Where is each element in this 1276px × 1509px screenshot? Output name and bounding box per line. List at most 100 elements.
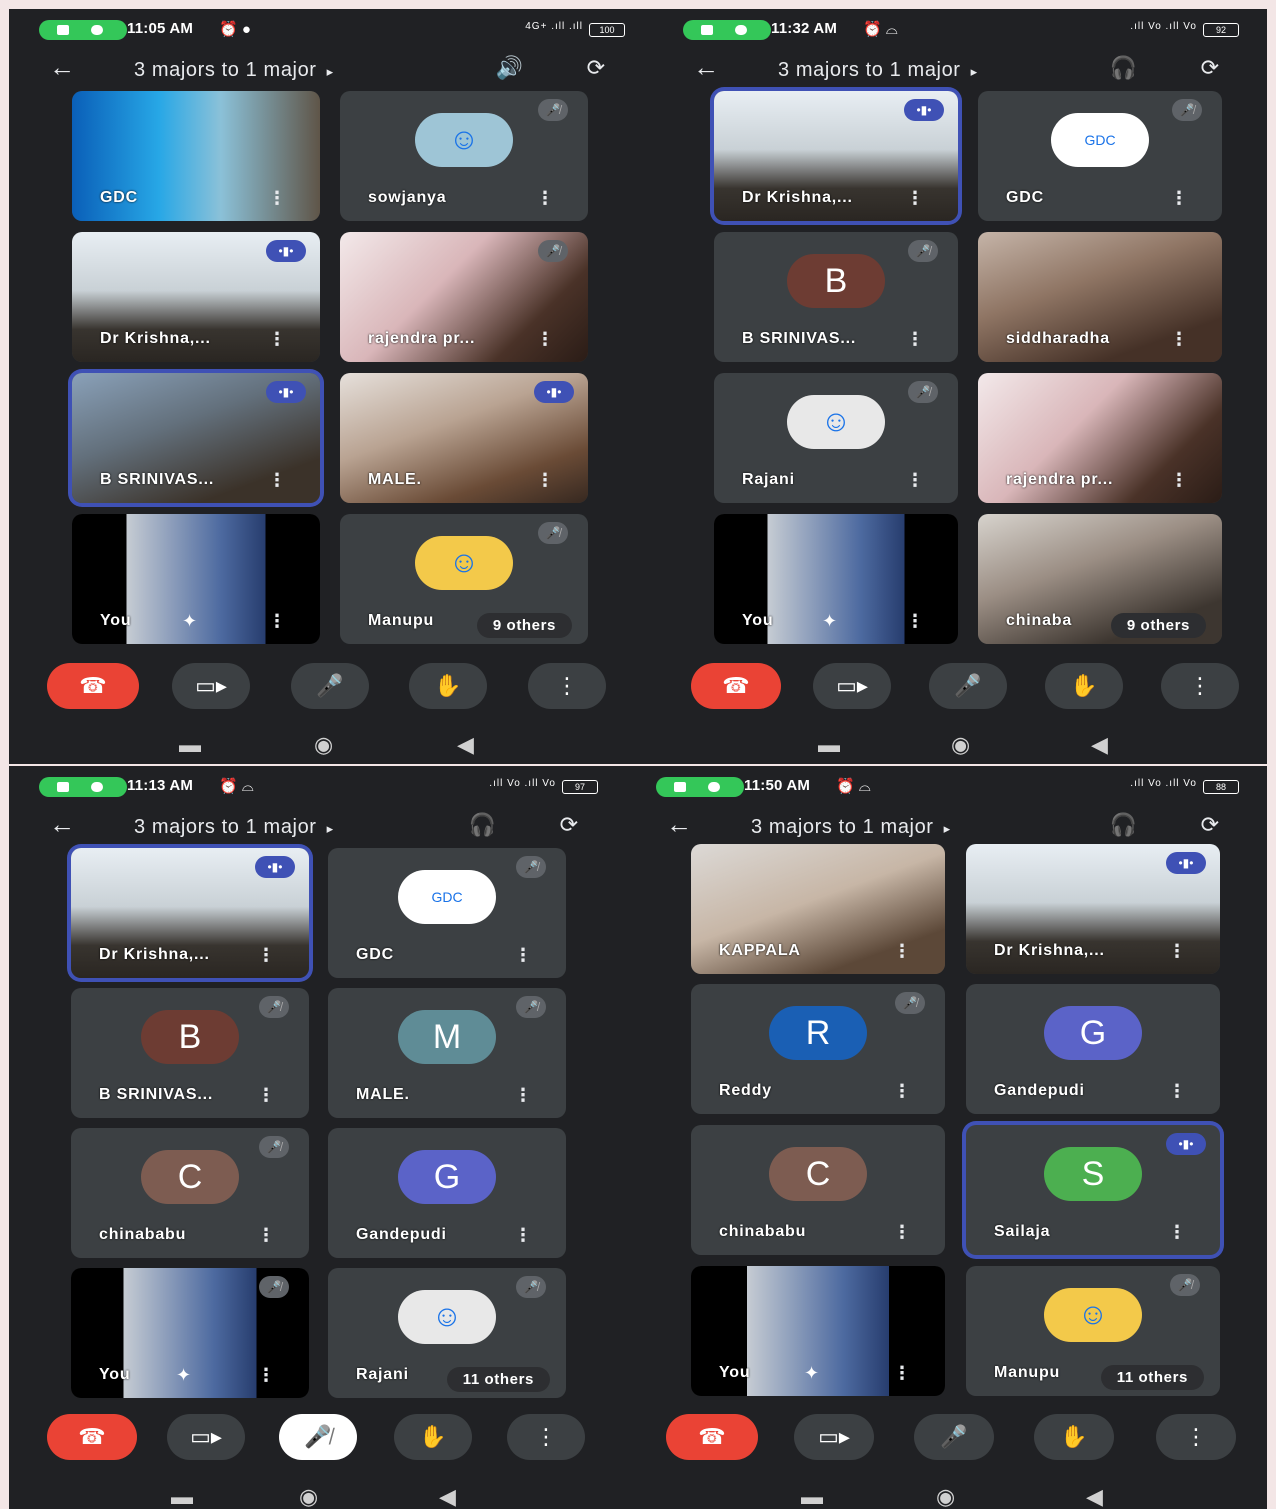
switch-camera-icon[interactable]: ⟳ [587,55,605,81]
participant-menu-icon[interactable]: ⋮ [1168,941,1186,962]
participant-tile[interactable]: ☺ 🎤̸ sowjanya ⋮ [340,91,588,221]
participant-menu-icon[interactable]: ⋮ [514,945,532,966]
raise-hand-button[interactable]: ✋ [1045,663,1123,709]
speaker-icon[interactable]: 🔊 [496,55,523,81]
back-arrow-icon[interactable]: ← [49,52,75,83]
nav-back-icon[interactable]: ◀ [1091,732,1108,758]
nav-recents-icon[interactable]: ▬ [818,732,840,758]
participant-tile[interactable]: •▮• Dr Krishna,... ⋮ [966,844,1220,974]
nav-recents-icon[interactable]: ▬ [171,1484,193,1509]
participant-menu-icon[interactable]: ⋮ [906,611,924,632]
nav-home-icon[interactable]: ◉ [314,732,333,758]
more-options-button[interactable]: ⋮ [507,1414,585,1460]
switch-camera-icon[interactable]: ⟳ [560,812,578,838]
mic-toggle-button[interactable]: 🎤̸ [279,1414,357,1460]
participant-tile[interactable]: R 🎤̸ Reddy ⋮ [691,984,945,1114]
meeting-title[interactable]: 3 majors to 1 major ▸ [778,59,1078,82]
participant-menu-icon[interactable]: ⋮ [906,188,924,209]
meeting-title[interactable]: 3 majors to 1 major ▸ [134,816,434,839]
participant-menu-icon[interactable]: ⋮ [906,329,924,350]
participant-tile[interactable]: 🎤̸ ✦ You ⋮ [71,1268,309,1398]
camera-toggle-button[interactable]: ▭▸ [172,663,250,709]
participant-tile[interactable]: ☺ 🎤̸ Rajani ⋮ [714,373,958,503]
switch-camera-icon[interactable]: ⟳ [1201,55,1219,81]
back-arrow-icon[interactable]: ← [49,809,75,840]
camera-toggle-button[interactable]: ▭▸ [167,1414,245,1460]
participant-menu-icon[interactable]: ⋮ [514,1225,532,1246]
effects-sparkle-icon[interactable]: ✦ [182,611,197,632]
participant-tile[interactable]: S •▮• Sailaja ⋮ [966,1125,1220,1255]
participant-menu-icon[interactable]: ⋮ [1170,470,1188,491]
others-count[interactable]: 11 others [1100,1365,1204,1390]
raise-hand-button[interactable]: ✋ [1034,1414,1114,1460]
participant-tile[interactable]: siddharadha ⋮ [978,232,1222,362]
participant-tile[interactable]: GDC ⋮ [72,91,320,221]
participant-tile[interactable]: •▮• Dr Krishna,... ⋮ [714,91,958,221]
switch-camera-icon[interactable]: ⟳ [1201,812,1219,838]
participant-tile[interactable]: 🎤̸ rajendra pr... ⋮ [340,232,588,362]
nav-home-icon[interactable]: ◉ [951,732,970,758]
others-count[interactable]: 9 others [476,613,572,638]
more-options-button[interactable]: ⋮ [528,663,606,709]
participant-menu-icon[interactable]: ⋮ [536,470,554,491]
participant-menu-icon[interactable]: ⋮ [257,1225,275,1246]
headphones-icon[interactable]: 🎧 [1110,812,1137,838]
meeting-title[interactable]: 3 majors to 1 major ▸ [751,816,1051,839]
back-arrow-icon[interactable]: ← [666,809,692,840]
participant-tile[interactable]: •▮• B SRINIVAS... ⋮ [72,373,320,503]
participant-tile[interactable]: B 🎤̸ B SRINIVAS... ⋮ [71,988,309,1118]
participant-tile[interactable]: ☺ 🎤̸ Rajani 11 others [328,1268,566,1398]
participant-tile[interactable]: chinaba 9 others [978,514,1222,644]
participant-tile[interactable]: ✦ You ⋮ [72,514,320,644]
participant-menu-icon[interactable]: ⋮ [536,329,554,350]
participant-menu-icon[interactable]: ⋮ [257,1085,275,1106]
participant-tile[interactable]: rajendra pr... ⋮ [978,373,1222,503]
participant-tile[interactable]: •▮• Dr Krishna,... ⋮ [72,232,320,362]
mic-toggle-button[interactable]: 🎤 [914,1414,994,1460]
participant-menu-icon[interactable]: ⋮ [268,329,286,350]
participant-menu-icon[interactable]: ⋮ [514,1085,532,1106]
more-options-button[interactable]: ⋮ [1156,1414,1236,1460]
participant-menu-icon[interactable]: ⋮ [268,611,286,632]
mic-toggle-button[interactable]: 🎤 [929,663,1007,709]
nav-back-icon[interactable]: ◀ [439,1484,456,1509]
others-count[interactable]: 9 others [1110,613,1206,638]
raise-hand-button[interactable]: ✋ [409,663,487,709]
end-call-button[interactable]: ☎ [666,1414,758,1460]
participant-tile[interactable]: ☺ 🎤̸ Manupu 11 others [966,1266,1220,1396]
participant-menu-icon[interactable]: ⋮ [1170,329,1188,350]
participant-tile[interactable]: GDC 🎤̸ GDC ⋮ [978,91,1222,221]
nav-recents-icon[interactable]: ▬ [801,1484,823,1509]
participant-menu-icon[interactable]: ⋮ [906,470,924,491]
participant-tile[interactable]: C 🎤̸ chinababu ⋮ [71,1128,309,1258]
end-call-button[interactable]: ☎ [47,663,139,709]
participant-menu-icon[interactable]: ⋮ [268,188,286,209]
participant-tile[interactable]: •▮• Dr Krishna,... ⋮ [71,848,309,978]
effects-sparkle-icon[interactable]: ✦ [176,1365,191,1386]
participant-tile[interactable]: GDC 🎤̸ GDC ⋮ [328,848,566,978]
headphones-icon[interactable]: 🎧 [469,812,496,838]
nav-home-icon[interactable]: ◉ [299,1484,318,1509]
more-options-button[interactable]: ⋮ [1161,663,1239,709]
nav-back-icon[interactable]: ◀ [457,732,474,758]
participant-menu-icon[interactable]: ⋮ [893,1081,911,1102]
participant-menu-icon[interactable]: ⋮ [893,1222,911,1243]
participant-tile[interactable]: Cchinababu ⋮ [691,1125,945,1255]
nav-home-icon[interactable]: ◉ [936,1484,955,1509]
participant-tile[interactable]: •▮• MALE. ⋮ [340,373,588,503]
effects-sparkle-icon[interactable]: ✦ [804,1363,819,1384]
participant-menu-icon[interactable]: ⋮ [268,470,286,491]
camera-toggle-button[interactable]: ▭▸ [813,663,891,709]
camera-toggle-button[interactable]: ▭▸ [794,1414,874,1460]
participant-menu-icon[interactable]: ⋮ [893,941,911,962]
back-arrow-icon[interactable]: ← [693,52,719,83]
effects-sparkle-icon[interactable]: ✦ [822,611,837,632]
participant-tile[interactable]: ✦ You ⋮ [714,514,958,644]
participant-menu-icon[interactable]: ⋮ [1168,1081,1186,1102]
participant-menu-icon[interactable]: ⋮ [1170,188,1188,209]
participant-menu-icon[interactable]: ⋮ [257,1365,275,1386]
participant-menu-icon[interactable]: ⋮ [257,945,275,966]
others-count[interactable]: 11 others [446,1367,550,1392]
nav-back-icon[interactable]: ◀ [1086,1484,1103,1509]
participant-tile[interactable]: ☺ 🎤̸ Manupu 9 others [340,514,588,644]
